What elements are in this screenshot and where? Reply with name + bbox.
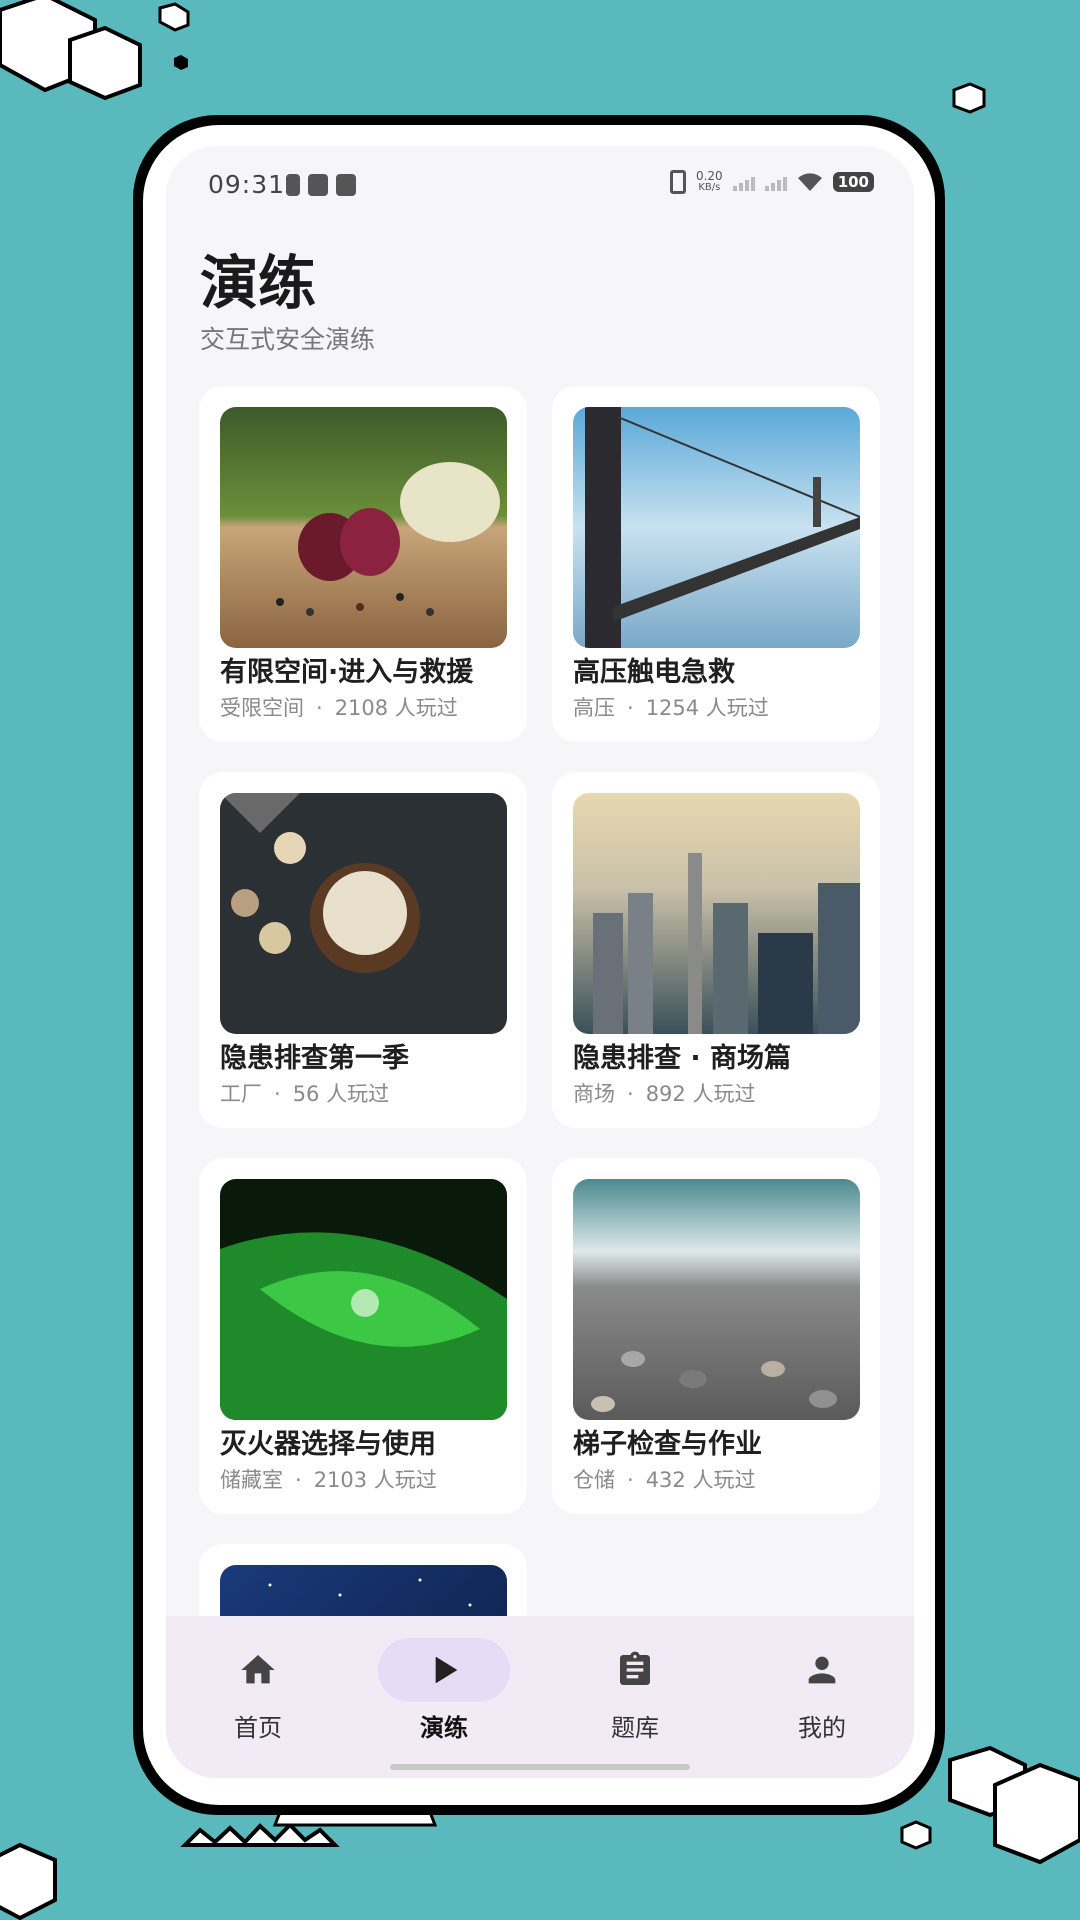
nav-item-question-bank[interactable]: 题库 bbox=[569, 1638, 701, 1748]
drill-image-vegetables bbox=[220, 407, 507, 648]
drill-title: 有限空间·进入与救援 bbox=[220, 657, 474, 688]
drill-players: 56 人玩过 bbox=[292, 1082, 390, 1106]
hexagon-decoration-top-right bbox=[952, 82, 986, 114]
drill-category: 储藏室 bbox=[220, 1468, 283, 1492]
drill-players: 432 人玩过 bbox=[645, 1468, 756, 1492]
app-screen: 09:31 0.20 KB/s 100 演练 交互式安全演练 有限空间·进入与救… bbox=[166, 146, 914, 1778]
nav-label: 首页 bbox=[234, 1714, 282, 1742]
drill-image-bridge bbox=[573, 407, 860, 648]
nav-pill bbox=[756, 1638, 888, 1702]
drill-players: 2103 人玩过 bbox=[313, 1468, 437, 1492]
drill-title: 隐患排查第一季 bbox=[220, 1043, 409, 1074]
drill-card[interactable]: 灭火器选择与使用 储藏室 · 2103 人玩过 bbox=[199, 1158, 527, 1514]
signal-icon bbox=[732, 173, 755, 191]
network-speed-value: 0.20 bbox=[695, 169, 723, 183]
message-notification-icon bbox=[336, 174, 356, 196]
nav-item-profile[interactable]: 我的 bbox=[756, 1638, 888, 1748]
nav-label: 题库 bbox=[611, 1714, 659, 1742]
play-icon bbox=[435, 1656, 458, 1684]
drill-card[interactable]: 有限空间·进入与救援 受限空间 · 2108 人玩过 bbox=[199, 386, 527, 742]
drill-players: 892 人玩过 bbox=[645, 1082, 756, 1106]
nav-item-home[interactable]: 首页 bbox=[192, 1638, 324, 1748]
clipboard-notification-icon bbox=[286, 174, 300, 196]
drill-card[interactable]: 高压触电急救 高压 · 1254 人玩过 bbox=[552, 386, 880, 742]
network-speed-unit: KB/s bbox=[698, 182, 721, 193]
drill-players: 2108 人玩过 bbox=[334, 696, 458, 720]
drill-meta: 商场 · 892 人玩过 bbox=[573, 1078, 755, 1108]
drill-meta-separator: · bbox=[627, 1082, 634, 1106]
drill-meta: 高压 · 1254 人玩过 bbox=[573, 692, 769, 722]
drill-meta-separator: · bbox=[316, 696, 323, 720]
home-icon bbox=[241, 1655, 275, 1684]
person-icon bbox=[808, 1656, 836, 1684]
drill-players: 1254 人玩过 bbox=[645, 696, 769, 720]
drill-title: 灭火器选择与使用 bbox=[220, 1429, 436, 1460]
drill-category: 高压 bbox=[573, 696, 615, 720]
clipboard-icon bbox=[620, 1651, 650, 1685]
drill-category: 仓储 bbox=[573, 1468, 615, 1492]
battery-icon: 100 bbox=[832, 172, 874, 192]
page-title: 演练 bbox=[200, 249, 317, 317]
drill-image-pebbles bbox=[573, 1179, 860, 1420]
app-notification-icon bbox=[308, 174, 328, 196]
drill-meta-separator: · bbox=[295, 1468, 302, 1492]
drill-category: 商场 bbox=[573, 1082, 615, 1106]
status-time: 09:31 bbox=[208, 170, 286, 199]
drill-image-dessert bbox=[220, 793, 507, 1034]
drill-meta: 储藏室 · 2103 人玩过 bbox=[220, 1464, 437, 1494]
drill-card[interactable]: 隐患排查第一季 工厂 · 56 人玩过 bbox=[199, 772, 527, 1128]
vibrate-icon bbox=[669, 170, 686, 194]
nav-pill bbox=[569, 1638, 701, 1702]
drill-meta: 受限空间 · 2108 人玩过 bbox=[220, 692, 458, 722]
hexagon-decoration-bottom-left bbox=[0, 1842, 57, 1920]
drill-card[interactable]: 隐患排查 · 商场篇 商场 · 892 人玩过 bbox=[552, 772, 880, 1128]
wifi-icon bbox=[797, 173, 822, 191]
drill-title: 高压触电急救 bbox=[573, 657, 735, 688]
notification-icons bbox=[286, 174, 356, 196]
drill-card[interactable]: 梯子检查与作业 仓储 · 432 人玩过 bbox=[552, 1158, 880, 1514]
drill-image-leaf bbox=[220, 1179, 507, 1420]
drill-category: 工厂 bbox=[220, 1082, 262, 1106]
bottom-navigation: 首页 演练 题库 我的 bbox=[166, 1616, 914, 1778]
home-indicator[interactable] bbox=[390, 1764, 690, 1770]
signal-icon-2 bbox=[764, 173, 787, 191]
nav-pill bbox=[192, 1638, 324, 1702]
drill-meta-separator: · bbox=[627, 1468, 634, 1492]
status-bar: 09:31 0.20 KB/s 100 bbox=[166, 146, 914, 226]
drill-title: 梯子检查与作业 bbox=[573, 1429, 762, 1460]
drill-category: 受限空间 bbox=[220, 696, 304, 720]
network-speed: 0.20 KB/s bbox=[696, 170, 723, 194]
drill-meta-separator: · bbox=[627, 696, 634, 720]
nav-item-drills[interactable]: 演练 bbox=[378, 1638, 510, 1748]
page-subtitle: 交互式安全演练 bbox=[200, 325, 376, 354]
drill-meta: 工厂 · 56 人玩过 bbox=[220, 1078, 389, 1108]
drill-meta: 仓储 · 432 人玩过 bbox=[573, 1464, 755, 1494]
status-indicators: 0.20 KB/s 100 bbox=[669, 170, 874, 194]
drill-meta-separator: · bbox=[274, 1082, 281, 1106]
drill-image-city bbox=[573, 793, 860, 1034]
nav-label: 我的 bbox=[798, 1714, 846, 1742]
nav-pill bbox=[378, 1638, 510, 1702]
drill-title: 隐患排查 · 商场篇 bbox=[573, 1043, 792, 1074]
nav-label: 演练 bbox=[420, 1714, 468, 1742]
hexagon-decoration-top-left bbox=[0, 0, 190, 101]
